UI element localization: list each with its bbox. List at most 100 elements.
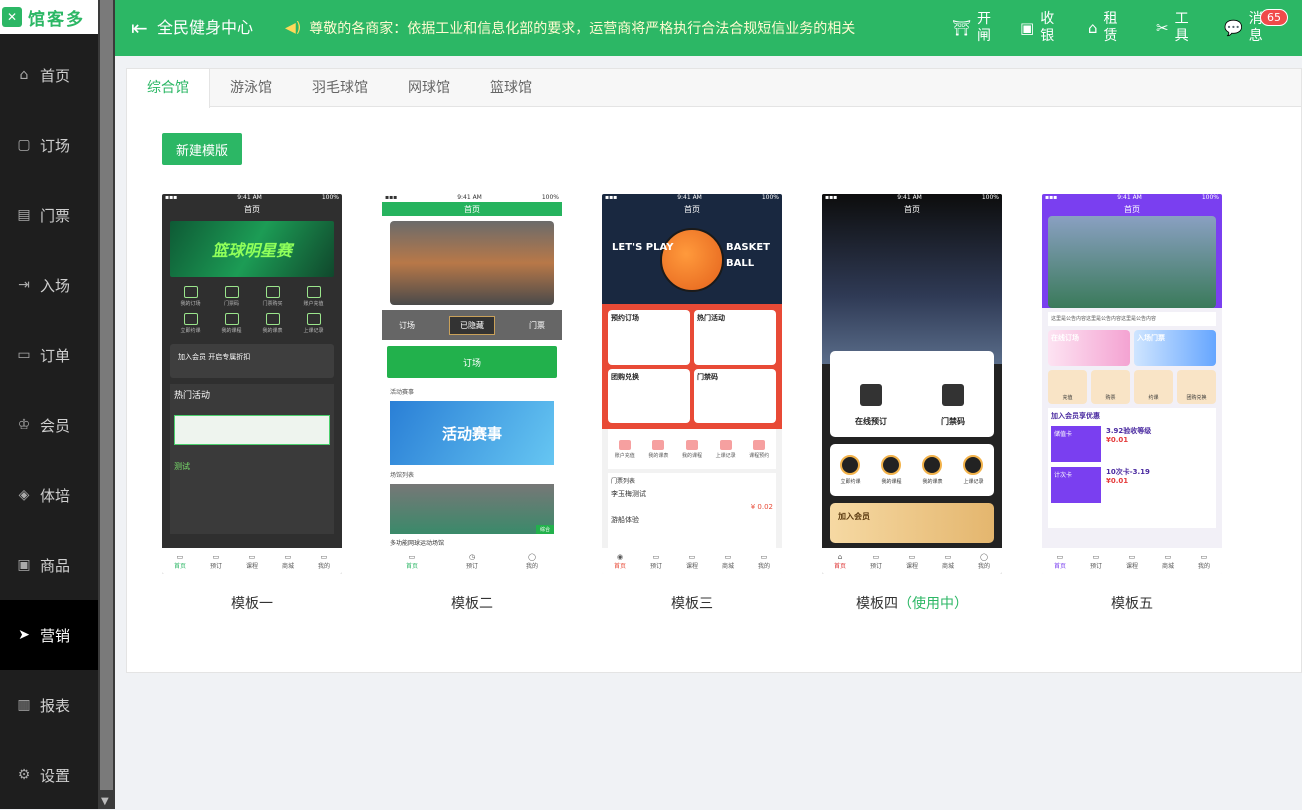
grid-item: 账户充值	[293, 286, 334, 307]
order-icon: ▭	[17, 347, 31, 363]
header-actions: ⛩ 开闸 ▣ 收银 ⌂ 租赁 ✂ 工具 💬 消息 65	[952, 9, 1292, 45]
template-preview[interactable]: ▪▪▪ 9:41 AM 100% 首页 这里是公告内容这里是公告内容这里是公告内容 …	[1042, 194, 1222, 574]
sidebar-item-home[interactable]: ⌂ 首页	[0, 40, 98, 110]
entry-icon: ⇥	[18, 277, 30, 293]
preview-banner: 活动赛事	[390, 401, 554, 465]
court-icon: ▢	[17, 137, 31, 153]
sidebar-item-marketing[interactable]: ➤ 营销	[0, 600, 98, 670]
collapse-menu-icon[interactable]: ⇤	[131, 16, 151, 40]
template-card[interactable]: ▪▪▪ 9:41 AM 100% 首页 篮球明星赛 我的订场 门票码 门票购买 账户…	[162, 194, 342, 613]
message-badge: 65	[1260, 9, 1288, 26]
scrollbar-thumb[interactable]	[100, 0, 113, 790]
sidebar-menu: ⌂ 首页 ▢ 订场 ▤ 门票 ⇥ 入场 ▭ 订单 ♔ 会员 ◈ 体培 ▣ 商品 ➤ 营销 ▥ 报表 …	[0, 40, 98, 810]
report-icon: ▥	[17, 697, 31, 713]
sidebar-item-report[interactable]: ▥ 报表	[0, 670, 98, 740]
preview-image: 综合	[390, 484, 554, 534]
template-card[interactable]: ▪▪▪ 9:41 AM 100% 首页 在线预订 门禁码 立即约课 我的课程 我的课…	[822, 194, 1002, 613]
goods-icon: ▣	[17, 557, 31, 573]
template-card[interactable]: ▪▪▪ 9:41 AM 100% 首页 LET'S PLAY BASKET BALL…	[602, 194, 782, 613]
sidebar-item-member[interactable]: ♔ 会员	[0, 390, 98, 460]
marketing-icon: ➤	[18, 627, 30, 643]
template-card[interactable]: ▪▪▪ 9:41 AM 100% 首页 订场 已隐藏 门票 订场 活动赛事 活动赛事…	[382, 194, 562, 613]
status-bar: ▪▪▪ 9:41 AM 100%	[1045, 194, 1219, 201]
ticket-icon: ▤	[17, 207, 31, 223]
user-icon: ◯	[528, 552, 536, 561]
sidebar-item-entry[interactable]: ⇥ 入场	[0, 250, 98, 320]
preview-vip: 加入会员享优惠 储值卡 3.92验收等级 ¥0.01 计次卡 10次卡-3.19 ¥0.…	[1048, 408, 1216, 528]
rent-button[interactable]: ⌂ 租赁	[1088, 11, 1156, 45]
scroll-down-icon[interactable]: ▼	[101, 796, 109, 807]
shop-icon: ▭	[944, 552, 952, 561]
tab-swimming[interactable]: 游泳馆	[210, 69, 292, 106]
sidebar-item-ticket[interactable]: ▤ 门票	[0, 180, 98, 250]
preview-banner: 篮球明星赛	[170, 221, 334, 277]
preview-notice: 这里是公告内容这里是公告内容这里是公告内容	[1048, 312, 1216, 326]
book-icon: ▭	[1092, 552, 1100, 561]
phone-header: 首页	[382, 202, 562, 216]
preview-hero: ▪▪▪ 9:41 AM 100% 首页	[1042, 194, 1222, 308]
preview-icon-row: 充值 购票 约课 团购兑换	[1048, 370, 1216, 404]
phone-nav: ▭ 首页 ▭ 预订 ▭ 课程 ▭ 商城 ▭ 我的	[1042, 548, 1222, 574]
preview-hot: 热门活动 测试	[170, 384, 334, 534]
signal-icon: ▪▪▪	[605, 194, 618, 201]
sidebar-item-order[interactable]: ▭ 订单	[0, 320, 98, 390]
app-logo: ✕ 馆客多	[0, 0, 98, 34]
book-icon: ▭	[872, 552, 880, 561]
settings-icon: ⚙	[17, 767, 31, 783]
course-icon: ▭	[908, 552, 916, 561]
phone-header: 首页	[1124, 204, 1140, 214]
message-button[interactable]: 💬 消息 65	[1224, 9, 1292, 45]
in-use-status: （使用中）	[898, 596, 968, 612]
tab-comprehensive[interactable]: 综合馆	[127, 69, 210, 108]
sidebar-item-court[interactable]: ▢ 订场	[0, 110, 98, 180]
preview-hero: ▪▪▪ 9:41 AM 100% 首页 LET'S PLAY BASKET BALL	[602, 194, 782, 304]
venue-tabs: 综合馆 游泳馆 羽毛球馆 网球馆 篮球馆	[127, 69, 1301, 108]
book-icon: ▭	[212, 552, 220, 561]
new-template-button[interactable]: 新建模版	[162, 133, 242, 165]
preview-feature-grid: 预约订场 热门活动 团购兑换 门禁码	[602, 304, 782, 429]
venue-title: 全民健身中心	[157, 18, 254, 37]
home-icon: ▭	[1056, 552, 1064, 561]
grid-item: 上课记录	[293, 313, 334, 334]
course-icon: ▭	[688, 552, 696, 561]
home-icon: ⌂	[837, 552, 843, 561]
gate-button[interactable]: ⛩ 开闸	[952, 11, 1020, 45]
template-preview[interactable]: ▪▪▪ 9:41 AM 100% 首页 篮球明星赛 我的订场 门票码 门票购买 账户…	[162, 194, 342, 574]
phone-nav: ▭ 首页 ▭ 预订 ▭ 课程 ▭ 商城 ▭ 我的	[162, 548, 342, 574]
sidebar-item-settings[interactable]: ⚙ 设置	[0, 740, 98, 810]
sidebar-item-goods[interactable]: ▣ 商品	[0, 530, 98, 600]
tab-badminton[interactable]: 羽毛球馆	[292, 69, 388, 106]
grid-item: 我的课程	[211, 313, 252, 334]
course-icon: ▭	[248, 552, 256, 561]
tab-basketball[interactable]: 篮球馆	[470, 69, 552, 106]
book-icon: ◷	[468, 552, 476, 561]
cashier-button[interactable]: ▣ 收银	[1020, 11, 1088, 45]
preview-grid: 我的订场 门票码 门票购买 账户充值 立即约课 我的课程 我的课表 上课记录	[162, 282, 342, 338]
preview-panel: 在线预订 门禁码	[830, 351, 994, 437]
template-caption: 模板四（使用中）	[856, 596, 968, 612]
gate-icon: ⛩	[952, 19, 972, 37]
sidebar-scrollbar[interactable]: ▼	[98, 0, 115, 809]
tools-button[interactable]: ✂ 工具	[1156, 11, 1224, 45]
home-icon: ▭	[408, 552, 416, 561]
template-card[interactable]: ▪▪▪ 9:41 AM 100% 首页 这里是公告内容这里是公告内容这里是公告内容 …	[1042, 194, 1222, 613]
preview-image	[1048, 216, 1216, 308]
status-bar: ▪▪▪ 9:41 AM 100%	[385, 194, 559, 201]
sidebar-item-training[interactable]: ◈ 体培	[0, 460, 98, 530]
preview-vip: 加入会员	[830, 503, 994, 543]
shop-icon: ▭	[1164, 552, 1172, 561]
home-icon: ◉	[616, 552, 624, 561]
template-preview[interactable]: ▪▪▪ 9:41 AM 100% 首页 LET'S PLAY BASKET BALL…	[602, 194, 782, 574]
template-preview[interactable]: ▪▪▪ 9:41 AM 100% 首页 在线预订 门禁码 立即约课 我的课程 我的课…	[822, 194, 1002, 574]
template-caption: 模板一	[231, 596, 273, 612]
tab-tennis[interactable]: 网球馆	[388, 69, 470, 106]
grid-item: 门票购买	[252, 286, 293, 307]
user-icon: ▭	[320, 552, 328, 561]
phone-nav: ▭ 首页 ◷ 预订 ◯ 我的	[382, 548, 562, 574]
user-icon: ▭	[1200, 552, 1208, 561]
shop-icon: ▭	[284, 552, 292, 561]
status-bar: ▪▪▪ 9:41 AM 100%	[165, 194, 339, 201]
sidebar: ✕ 馆客多 ⌂ 首页 ▢ 订场 ▤ 门票 ⇥ 入场 ▭ 订单 ♔ 会员 ◈ 体培 ▣ 商品 ➤ 营…	[0, 0, 98, 809]
top-bar: ⇤ 全民健身中心 ◀) 尊敬的各商家：依据工业和信息化部的要求，运营商将严格执行…	[115, 0, 1302, 56]
template-preview[interactable]: ▪▪▪ 9:41 AM 100% 首页 订场 已隐藏 门票 订场 活动赛事 活动赛事…	[382, 194, 562, 574]
